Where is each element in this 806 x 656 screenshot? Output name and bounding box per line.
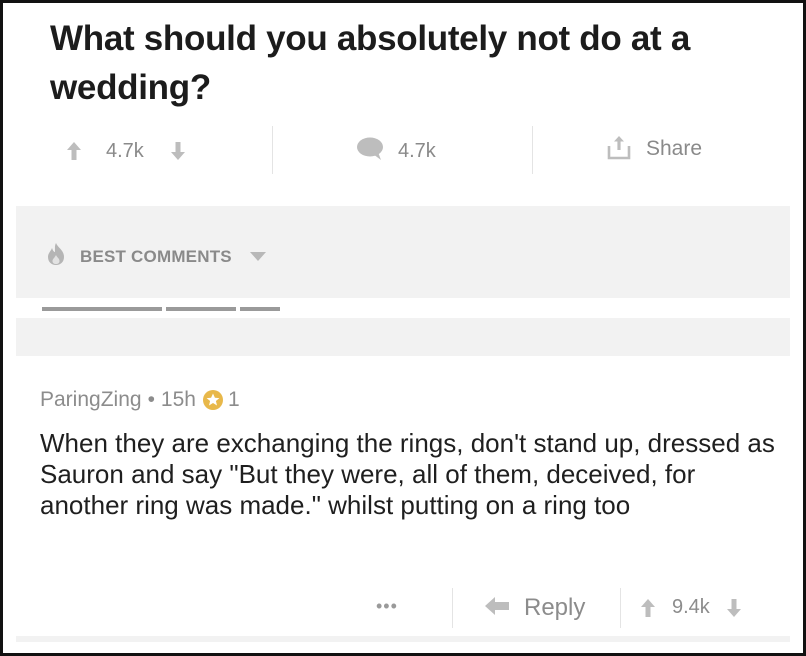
comment-separator bbox=[16, 318, 790, 356]
reply-button[interactable]: Reply bbox=[484, 594, 585, 622]
share-button[interactable]: Share bbox=[606, 132, 702, 166]
comment-action-bar: ••• Reply 9.4k bbox=[0, 582, 806, 636]
bottom-separator bbox=[16, 636, 790, 642]
chevron-down-icon bbox=[249, 252, 266, 261]
reply-arrow-icon bbox=[484, 595, 510, 622]
comment-vote-group: 9.4k bbox=[640, 596, 742, 619]
award-icon[interactable] bbox=[202, 389, 224, 411]
upvote-arrow-icon[interactable] bbox=[640, 598, 656, 618]
flame-icon bbox=[46, 242, 66, 271]
comment-author[interactable]: ParingZing bbox=[40, 388, 142, 412]
downvote-arrow-icon[interactable] bbox=[170, 141, 186, 161]
award-count: 1 bbox=[227, 388, 240, 411]
comment-meta: ParingZing • 15h 1 bbox=[40, 388, 240, 412]
downvote-arrow-icon[interactable] bbox=[726, 598, 742, 618]
comment-age: 15h bbox=[160, 388, 196, 411]
action-divider bbox=[272, 126, 273, 174]
action-divider bbox=[532, 126, 533, 174]
post-comment-count: 4.7k bbox=[398, 139, 436, 162]
share-label: Share bbox=[646, 137, 703, 160]
post-vote-count: 4.7k bbox=[106, 139, 144, 162]
post-comments-button[interactable]: 4.7k bbox=[356, 134, 436, 168]
more-options-icon[interactable]: ••• bbox=[376, 596, 398, 617]
comment-sort-bar: BEST COMMENTS bbox=[16, 206, 790, 298]
comment-bubble-icon bbox=[356, 137, 384, 166]
comment-vote-count: 9.4k bbox=[672, 596, 710, 618]
action-divider bbox=[620, 588, 621, 628]
share-icon bbox=[606, 134, 632, 165]
action-divider bbox=[452, 588, 453, 628]
post-title: What should you absolutely not do at a w… bbox=[50, 19, 690, 107]
comment-body: When they are exchanging the rings, don'… bbox=[40, 428, 775, 520]
post-action-bar: 4.7k 4.7k Share bbox=[0, 120, 806, 182]
reply-label: Reply bbox=[524, 594, 586, 621]
upvote-arrow-icon[interactable] bbox=[66, 141, 82, 161]
sort-dropdown[interactable]: BEST COMMENTS bbox=[46, 242, 266, 271]
truncated-comment-edge bbox=[16, 298, 790, 318]
truncated-text-fragment bbox=[42, 307, 280, 313]
post-vote-group: 4.7k bbox=[66, 134, 186, 168]
meta-separator: • bbox=[147, 388, 155, 411]
sort-label: BEST COMMENTS bbox=[80, 246, 232, 266]
